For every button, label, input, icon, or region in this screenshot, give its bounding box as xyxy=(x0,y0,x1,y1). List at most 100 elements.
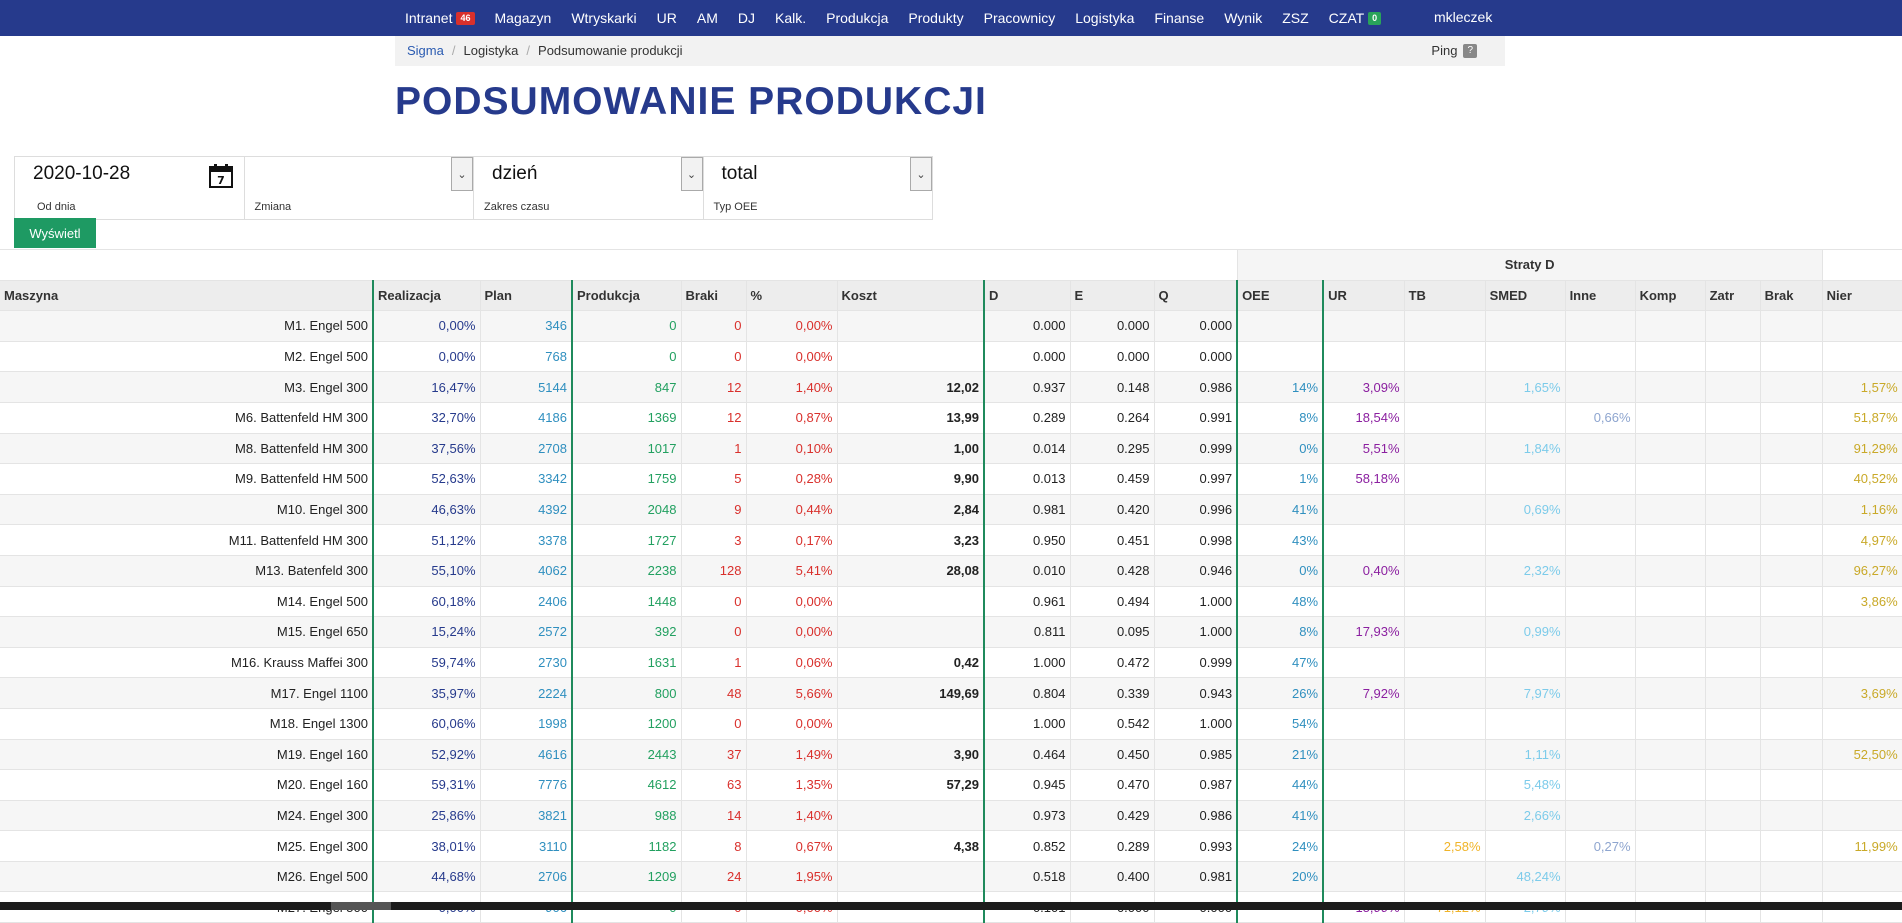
shift-filter[interactable]: ⌄ Zmiana xyxy=(245,157,474,219)
cell-produkcja: 800 xyxy=(571,677,682,709)
nav-item-pracownicy[interactable]: Pracownicy xyxy=(984,10,1056,26)
table-row[interactable]: M3. Engel 300 16,47% 5144 847 12 1,40% 12,02 0.… xyxy=(0,371,1902,403)
nav-item-czat[interactable]: CZAT 0 xyxy=(1329,10,1382,26)
column-header-pct[interactable]: % xyxy=(746,279,838,312)
machine-name-cell[interactable]: M14. Engel 500 xyxy=(0,586,374,618)
column-header-inne[interactable]: Inne xyxy=(1565,279,1636,312)
column-header-realizacja[interactable]: Realizacja xyxy=(372,279,481,312)
table-row[interactable]: M10. Engel 300 46,63% 4392 2048 9 0,44% 2,84 0.… xyxy=(0,494,1902,526)
column-header-plan[interactable]: Plan xyxy=(480,279,573,312)
table-row[interactable]: M26. Engel 500 44,68% 2706 1209 24 1,95% 0.518… xyxy=(0,861,1902,893)
chevron-down-icon[interactable]: ⌄ xyxy=(910,157,932,191)
chevron-down-icon[interactable]: ⌄ xyxy=(680,157,703,191)
column-header-braki[interactable]: Braki xyxy=(681,279,747,312)
range-filter[interactable]: dzień ⌄ Zakres czasu xyxy=(474,157,704,219)
machine-name-cell[interactable]: M9. Battenfeld HM 500 xyxy=(0,463,374,495)
table-row[interactable]: M11. Battenfeld HM 300 51,12% 3378 1727 3 0,1… xyxy=(0,524,1902,556)
table-row[interactable]: M17. Engel 1100 35,97% 2224 800 48 5,66% 149,6… xyxy=(0,677,1902,709)
cell-pct: 5,66% xyxy=(746,677,838,709)
nav-item-logistyka[interactable]: Logistyka xyxy=(1075,10,1134,26)
calendar-icon[interactable]: 7 xyxy=(208,163,234,189)
machine-name-cell[interactable]: M13. Batenfeld 300 xyxy=(0,555,374,587)
breadcrumb-sigma[interactable]: Sigma xyxy=(407,43,444,58)
cell-braki: 12 xyxy=(681,402,747,434)
cell-brak xyxy=(1760,310,1823,342)
nav-item-wynik[interactable]: Wynik xyxy=(1224,10,1262,26)
nav-item-am[interactable]: AM xyxy=(697,10,718,26)
machine-name-cell[interactable]: M10. Engel 300 xyxy=(0,494,374,526)
scrollbar-thumb[interactable] xyxy=(331,902,391,910)
nav-item-ur[interactable]: UR xyxy=(657,10,677,26)
table-row[interactable]: M6. Battenfeld HM 300 32,70% 4186 1369 12 0,8… xyxy=(0,402,1902,434)
machine-name-cell[interactable]: M8. Battenfeld HM 300 xyxy=(0,433,374,465)
cell-komp xyxy=(1635,494,1706,526)
nav-item-zsz[interactable]: ZSZ xyxy=(1282,10,1308,26)
nav-item-dj[interactable]: DJ xyxy=(738,10,755,26)
cell-braki: 8 xyxy=(681,830,747,862)
machine-name-cell[interactable]: M15. Engel 650 xyxy=(0,616,374,648)
column-header-zatr[interactable]: Zatr xyxy=(1705,279,1761,312)
machine-name-cell[interactable]: M6. Battenfeld HM 300 xyxy=(0,402,374,434)
table-row[interactable]: M25. Engel 300 38,01% 3110 1182 8 0,67% 4,38 0.… xyxy=(0,830,1902,862)
machine-name-cell[interactable]: M26. Engel 500 xyxy=(0,861,374,893)
table-row[interactable]: M14. Engel 500 60,18% 2406 1448 0 0,00% 0.961 0… xyxy=(0,586,1902,618)
column-header-koszt[interactable]: Koszt xyxy=(837,279,985,312)
table-row[interactable]: M13. Batenfeld 300 55,10% 4062 2238 128 5,41%… xyxy=(0,555,1902,587)
column-header-produkcja[interactable]: Produkcja xyxy=(571,279,682,312)
machine-name-cell[interactable]: M16. Krauss Maffei 300 xyxy=(0,647,374,679)
nav-item-produkcja[interactable]: Produkcja xyxy=(826,10,888,26)
nav-item-finanse[interactable]: Finanse xyxy=(1154,10,1204,26)
table-row[interactable]: M8. Battenfeld HM 300 37,56% 2708 1017 1 0,10… xyxy=(0,433,1902,465)
nav-item-intranet[interactable]: Intranet 46 xyxy=(405,10,475,26)
column-header-d[interactable]: D xyxy=(983,279,1071,312)
user-menu[interactable]: mkleczek xyxy=(1434,9,1492,25)
machine-name-cell[interactable]: M20. Engel 160 xyxy=(0,769,374,801)
date-input[interactable]: 2020-10-28 xyxy=(33,163,130,185)
column-header-ur[interactable]: UR xyxy=(1322,279,1405,312)
column-header-e[interactable]: E xyxy=(1070,279,1155,312)
help-icon[interactable]: ? xyxy=(1463,43,1477,58)
nav-item-wtryskarki[interactable]: Wtryskarki xyxy=(571,10,636,26)
oee-type-select[interactable]: total xyxy=(722,163,758,185)
nav-item-produkty[interactable]: Produkty xyxy=(908,10,963,26)
chevron-down-icon[interactable]: ⌄ xyxy=(451,157,473,191)
machine-name-cell[interactable]: M24. Engel 300 xyxy=(0,800,374,832)
table-row[interactable]: M24. Engel 300 25,86% 3821 988 14 1,40% 0.973 0… xyxy=(0,800,1902,832)
cell-pct: 0,67% xyxy=(746,830,838,862)
machine-name-cell[interactable]: M2. Engel 500 xyxy=(0,341,374,373)
nav-item-magazyn[interactable]: Magazyn xyxy=(495,10,552,26)
show-button[interactable]: Wyświetl xyxy=(14,218,96,248)
breadcrumb-logistyka[interactable]: Logistyka xyxy=(463,43,518,58)
cell-produkcja: 1182 xyxy=(571,830,682,862)
table-row[interactable]: M9. Battenfeld HM 500 52,63% 3342 1759 5 0,28… xyxy=(0,463,1902,495)
cell-brak xyxy=(1760,769,1823,801)
column-header-brak[interactable]: Brak xyxy=(1760,279,1823,312)
horizontal-scrollbar[interactable] xyxy=(0,902,1902,910)
table-row[interactable]: M19. Engel 160 52,92% 4616 2443 37 1,49% 3,90 0… xyxy=(0,739,1902,771)
table-row[interactable]: M2. Engel 500 0,00% 768 0 0 0,00% 0.000 0.000 0.… xyxy=(0,341,1902,373)
machine-name-cell[interactable]: M25. Engel 300 xyxy=(0,830,374,862)
column-header-maszyna[interactable]: Maszyna xyxy=(0,279,374,312)
table-row[interactable]: M15. Engel 650 15,24% 2572 392 0 0,00% 0.811 0.… xyxy=(0,616,1902,648)
oee-type-filter[interactable]: total ⌄ Typ OEE xyxy=(704,157,932,219)
machine-name-cell[interactable]: M17. Engel 1100 xyxy=(0,677,374,709)
table-row[interactable]: M16. Krauss Maffei 300 59,74% 2730 1631 1 0,0… xyxy=(0,647,1902,679)
table-row[interactable]: M1. Engel 500 0,00% 346 0 0 0,00% 0.000 0.000 0.… xyxy=(0,310,1902,342)
cell-koszt: 9,90 xyxy=(837,463,985,495)
machine-name-cell[interactable]: M19. Engel 160 xyxy=(0,739,374,771)
column-header-oee[interactable]: OEE xyxy=(1236,279,1324,312)
machine-name-cell[interactable]: M1. Engel 500 xyxy=(0,310,374,342)
machine-name-cell[interactable]: M11. Battenfeld HM 300 xyxy=(0,524,374,556)
table-row[interactable]: M20. Engel 160 59,31% 7776 4612 63 1,35% 57,29… xyxy=(0,769,1902,801)
range-select[interactable]: dzień xyxy=(492,163,537,185)
nav-item-kalk[interactable]: Kalk. xyxy=(775,10,806,26)
machine-name-cell[interactable]: M18. Engel 1300 xyxy=(0,708,374,740)
column-header-tb[interactable]: TB xyxy=(1404,279,1486,312)
column-header-smed[interactable]: SMED xyxy=(1485,279,1566,312)
column-header-nier[interactable]: Nier xyxy=(1822,279,1902,312)
column-header-q[interactable]: Q xyxy=(1154,279,1238,312)
column-header-komp[interactable]: Komp xyxy=(1635,279,1706,312)
table-row[interactable]: M18. Engel 1300 60,06% 1998 1200 0 0,00% 1.000… xyxy=(0,708,1902,740)
cell-braki: 0 xyxy=(681,341,747,373)
machine-name-cell[interactable]: M3. Engel 300 xyxy=(0,371,374,403)
